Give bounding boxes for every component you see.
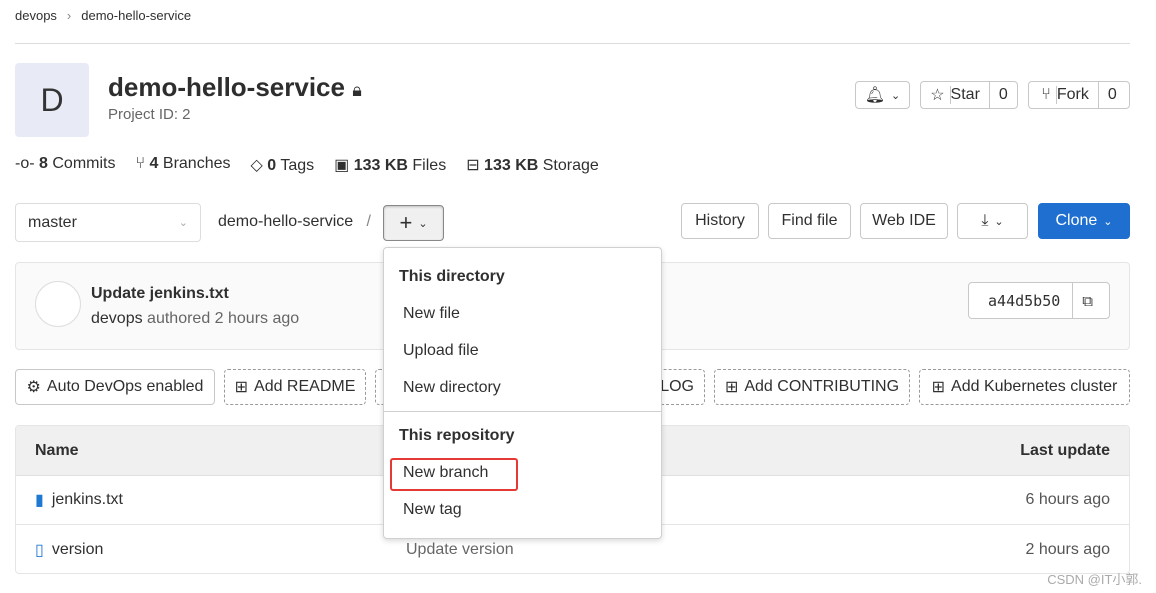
star-label: Star	[949, 86, 980, 104]
project-id: Project ID: 2	[108, 106, 191, 123]
project-title: demo-hello-service 🔒︎	[108, 72, 362, 103]
path-root[interactable]: demo-hello-service	[218, 213, 353, 230]
star-count: 0	[988, 82, 1017, 108]
bell-icon: 🔔︎	[864, 87, 886, 104]
tag-icon: ◇	[250, 157, 263, 174]
file-icon: ▯	[35, 541, 44, 559]
add-to-tree-button[interactable]: + ⌄	[383, 205, 444, 241]
commit-sha[interactable]: a44d5b50 ⧉	[968, 282, 1110, 319]
web-ide-button[interactable]: Web IDE	[860, 203, 948, 239]
menu-divider	[384, 411, 661, 412]
branch-select[interactable]: master ⌄	[15, 203, 201, 242]
commit-icon: -o-	[15, 155, 35, 172]
auto-devops-label: Auto DevOps enabled	[46, 378, 204, 395]
lock-icon: 🔒︎	[352, 80, 362, 100]
file-updated: 2 hours ago	[1025, 540, 1110, 558]
add-readme-button[interactable]: ⊞ Add README	[224, 369, 366, 405]
branch-icon: ⑂	[135, 155, 146, 172]
menu-upload-file[interactable]: Upload file	[403, 342, 479, 360]
branch-name: master	[28, 213, 77, 231]
star-icon: ☆	[930, 87, 945, 104]
menu-new-directory[interactable]: New directory	[403, 379, 501, 397]
auto-devops-button[interactable]: ⚙ Auto DevOps enabled	[15, 369, 215, 405]
commit-author[interactable]: devops	[91, 310, 143, 327]
add-contributing-label: Add CONTRIBUTING	[744, 378, 900, 395]
clone-label: Clone	[1055, 212, 1098, 229]
plus-square-icon: ⊞	[931, 379, 946, 396]
copy-icon[interactable]: ⧉	[1072, 283, 1102, 318]
find-file-button[interactable]: Find file	[768, 203, 851, 239]
add-contributing-button[interactable]: ⊞ Add CONTRIBUTING	[714, 369, 910, 405]
star-button[interactable]: ☆ Star 0	[920, 81, 1018, 109]
project-avatar: D	[15, 63, 89, 137]
breadcrumb-project[interactable]: demo-hello-service	[81, 8, 191, 23]
download-button[interactable]: ⤓ ⌄	[957, 203, 1028, 239]
fork-icon: ⑂	[1041, 86, 1051, 103]
notification-button[interactable]: 🔔︎ ⌄	[855, 81, 910, 109]
menu-header-directory: This directory	[399, 268, 505, 285]
chevron-down-icon: ⌄	[418, 217, 428, 230]
breadcrumb: devops › demo-hello-service	[15, 8, 191, 23]
menu-new-file[interactable]: New file	[403, 305, 460, 323]
commit-meta: devops authored 2 hours ago	[91, 310, 299, 328]
menu-new-tag[interactable]: New tag	[403, 501, 462, 519]
sha-text: a44d5b50	[988, 291, 1061, 310]
plus-square-icon: ⊞	[234, 379, 249, 396]
download-icon: ⤓	[981, 212, 989, 229]
file-name[interactable]: version	[52, 541, 104, 559]
add-readme-label: Add README	[254, 378, 356, 395]
fork-count: 0	[1097, 82, 1126, 108]
add-kubernetes-label: Add Kubernetes cluster	[951, 378, 1118, 395]
chevron-down-icon: ⌄	[178, 217, 188, 229]
menu-header-repository: This repository	[399, 427, 515, 444]
author-avatar[interactable]	[35, 281, 81, 327]
last-update-header: Last update	[1020, 441, 1110, 459]
fork-label: Fork	[1055, 86, 1089, 104]
file-text-icon: ▮	[35, 492, 44, 509]
repo-path: demo-hello-service /	[218, 213, 371, 231]
clone-button[interactable]: Clone ⌄	[1038, 203, 1130, 239]
add-dropdown-menu: This directory New file Upload file New …	[383, 247, 662, 539]
stat-commits[interactable]: -o- 8 Commits	[15, 155, 115, 175]
path-separator: /	[366, 213, 371, 230]
gear-icon: ⚙	[26, 379, 41, 396]
menu-new-branch[interactable]: New branch	[403, 464, 488, 482]
chevron-down-icon: ⌄	[891, 89, 901, 102]
add-kubernetes-button[interactable]: ⊞ Add Kubernetes cluster	[919, 369, 1130, 405]
watermark: CSDN @IT小郭.	[1047, 572, 1142, 587]
chevron-down-icon: ⌄	[994, 215, 1004, 228]
chevron-right-icon: ›	[66, 8, 72, 23]
project-stats: -o- 8 Commits ⑂ 4 Branches ◇ 0 Tags ▣ 13…	[15, 155, 599, 175]
project-name: demo-hello-service	[108, 72, 345, 102]
storage-icon: ⊟	[466, 157, 480, 174]
plus-square-icon: ⊞	[724, 379, 739, 396]
divider	[15, 43, 1130, 44]
file-updated: 6 hours ago	[1025, 491, 1110, 508]
stat-storage[interactable]: ⊟ 133 KB Storage	[466, 155, 599, 175]
history-button[interactable]: History	[681, 203, 759, 239]
stat-tags[interactable]: ◇ 0 Tags	[251, 155, 315, 175]
plus-icon: +	[399, 210, 413, 235]
commit-title[interactable]: Update jenkins.txt	[91, 285, 229, 303]
stat-files[interactable]: ▣ 133 KB Files	[334, 155, 446, 175]
stat-branches[interactable]: ⑂ 4 Branches	[135, 155, 230, 175]
chevron-down-icon: ⌄	[1103, 215, 1113, 228]
file-icon: ▣	[334, 157, 350, 174]
breadcrumb-devops[interactable]: devops	[15, 8, 57, 23]
commit-time: authored 2 hours ago	[147, 310, 300, 327]
name-header: Name	[35, 441, 79, 459]
file-name[interactable]: jenkins.txt	[52, 491, 123, 509]
fork-button[interactable]: ⑂ Fork 0	[1028, 81, 1130, 109]
file-commit-message[interactable]: Update version	[406, 541, 514, 559]
